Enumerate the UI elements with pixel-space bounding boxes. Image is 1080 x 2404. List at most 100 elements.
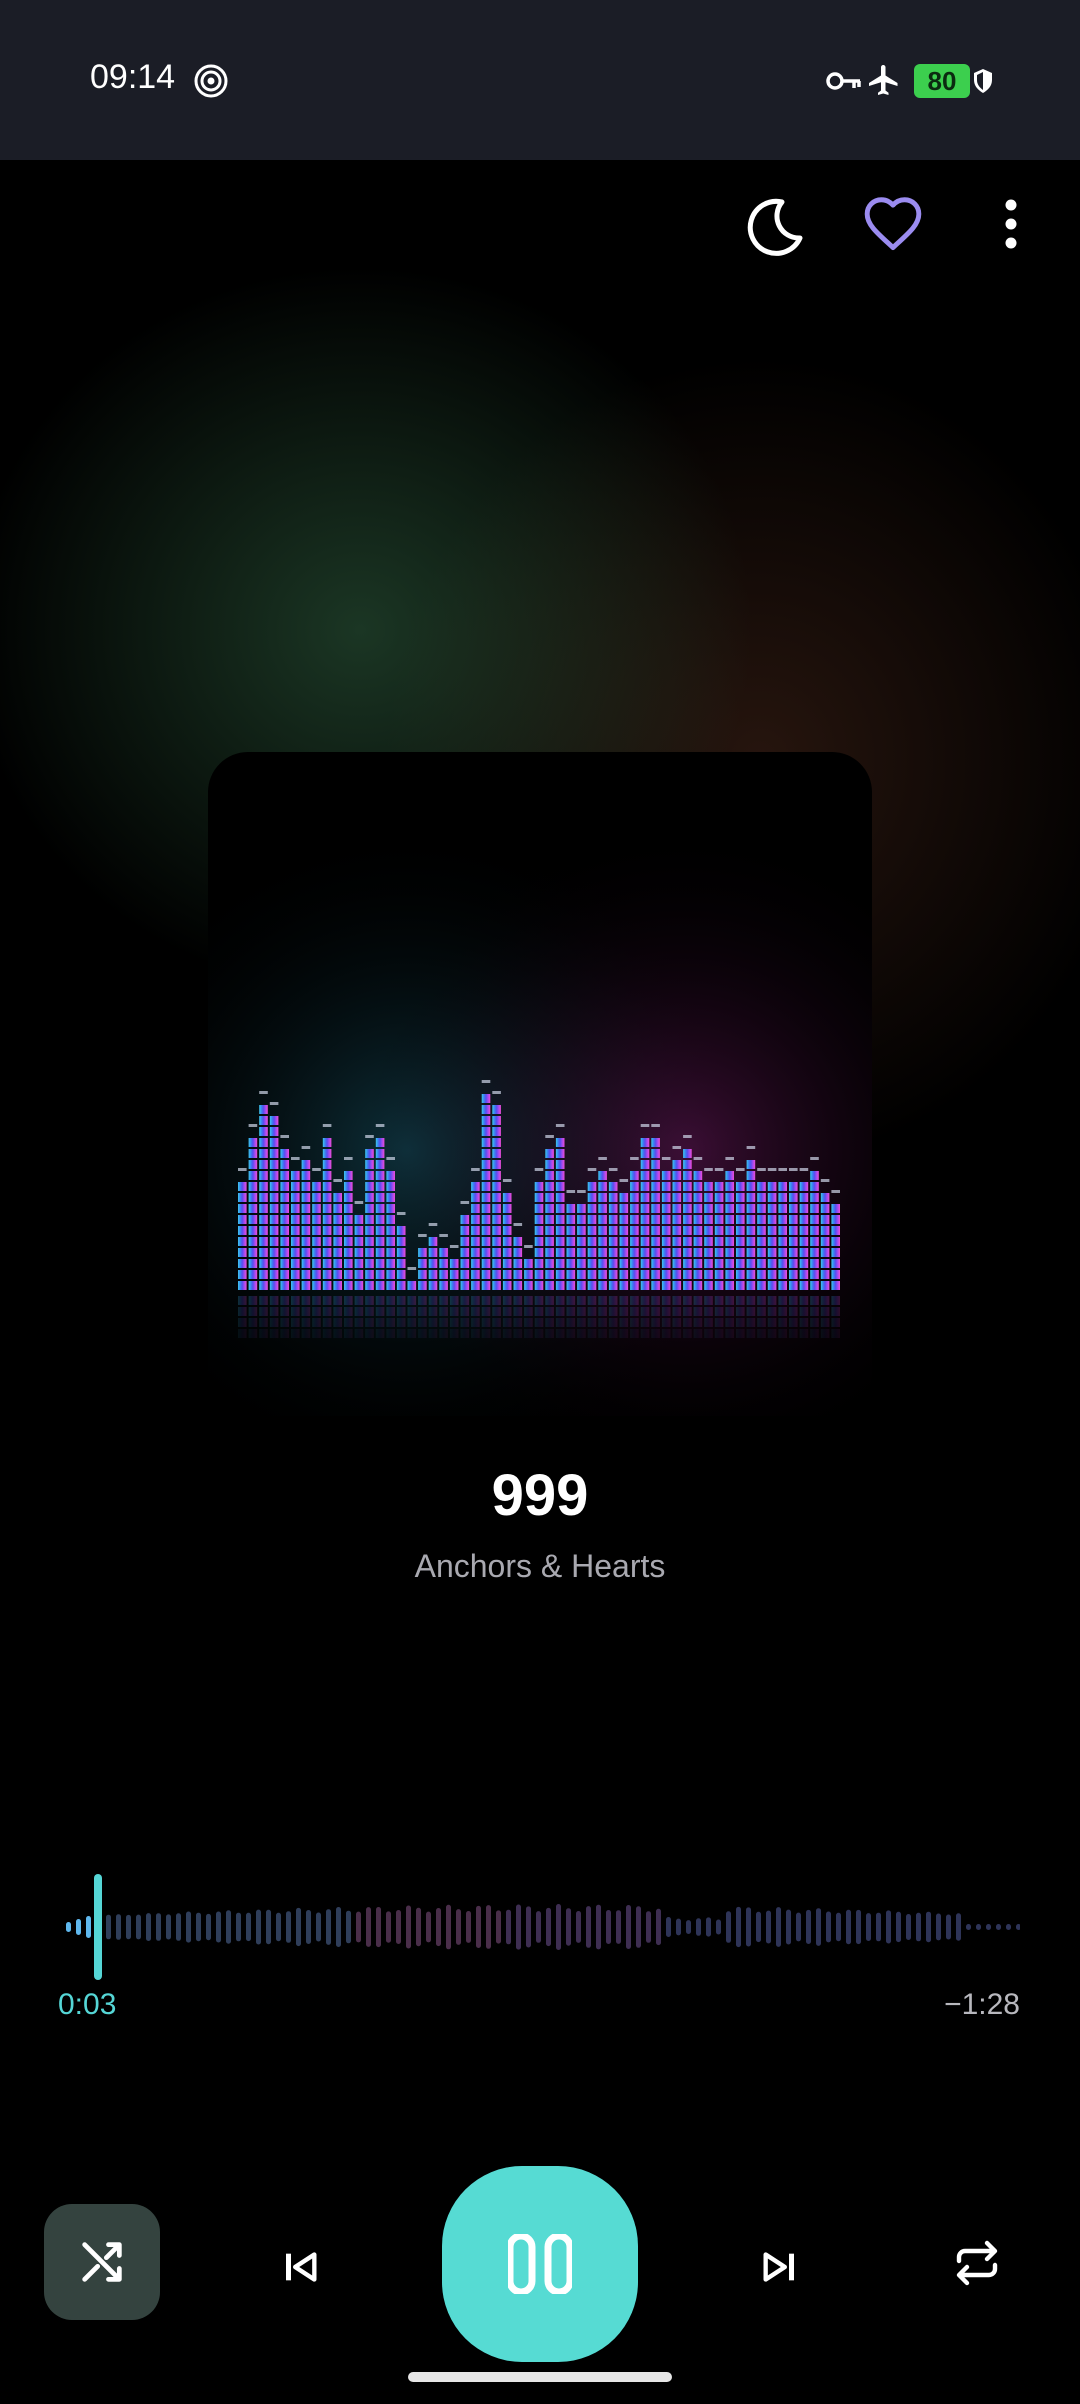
equalizer-cell (375, 1204, 385, 1213)
equalizer-reflection-cell (598, 1296, 607, 1305)
equalizer-cell (513, 1259, 523, 1268)
equalizer-cell (683, 1237, 692, 1246)
equalizer-cell (725, 1237, 734, 1246)
equalizer-reflection-cell (492, 1307, 501, 1316)
seek-handle[interactable] (94, 1874, 102, 1980)
sleep-timer-moon-icon[interactable] (744, 194, 808, 258)
equalizer-reflection-cell (354, 1307, 364, 1316)
waveform-bar (316, 1912, 321, 1942)
equalizer-cell (683, 1171, 692, 1180)
equalizer-cell (534, 1226, 544, 1235)
equalizer-cell (248, 1237, 258, 1246)
equalizer-cell (714, 1270, 724, 1279)
equalizer-cell (630, 1204, 639, 1213)
equalizer-cell (704, 1259, 713, 1268)
equalizer-reflection-cell (428, 1318, 438, 1327)
equalizer-reflection-cell (312, 1318, 321, 1327)
equalizer-cell (683, 1226, 692, 1235)
equalizer-cell (789, 1204, 798, 1213)
equalizer-reflection-cell (672, 1329, 682, 1338)
equalizer-cell (439, 1270, 448, 1279)
waveform-bar (426, 1911, 431, 1943)
equalizer-cell (502, 1204, 512, 1213)
equalizer-cell (344, 1248, 353, 1257)
equalizer-cell (587, 1281, 597, 1290)
shuffle-button[interactable] (44, 2204, 160, 2320)
equalizer-cell (333, 1259, 342, 1268)
pause-button[interactable] (442, 2166, 638, 2362)
equalizer-cell (566, 1226, 576, 1235)
equalizer-cell (291, 1270, 300, 1279)
equalizer-cell (619, 1204, 629, 1213)
equalizer-cell (333, 1193, 342, 1202)
equalizer-cell (259, 1248, 268, 1257)
equalizer-cell (577, 1281, 586, 1290)
equalizer-reflection-cell (630, 1296, 639, 1305)
equalizer-cell (704, 1248, 713, 1257)
artist-name[interactable]: Anchors & Hearts (0, 1548, 1080, 1585)
equalizer-reflection-cell (799, 1318, 809, 1327)
equalizer-cell (683, 1281, 692, 1290)
remaining-time: −1:28 (944, 1988, 1020, 2021)
equalizer-reflection-cell (322, 1296, 332, 1305)
equalizer-peak (725, 1157, 734, 1160)
equalizer-cell (396, 1248, 406, 1257)
more-options-icon[interactable] (996, 198, 1026, 250)
favorite-heart-icon[interactable] (862, 194, 924, 252)
equalizer-cell (820, 1193, 830, 1202)
repeat-button[interactable] (942, 2228, 1012, 2298)
equalizer-cell (683, 1270, 692, 1279)
equalizer-cell (566, 1259, 576, 1268)
equalizer-cell (651, 1237, 660, 1246)
equalizer-reflection-cell (810, 1318, 819, 1327)
equalizer-cell (725, 1281, 734, 1290)
equalizer-cell (672, 1237, 682, 1246)
equalizer-cell (810, 1259, 819, 1268)
equalizer-cell (502, 1193, 512, 1202)
equalizer-reflection-cell (767, 1307, 777, 1316)
home-indicator[interactable] (408, 2372, 672, 2382)
equalizer-cell (555, 1248, 565, 1257)
equalizer-cell (354, 1237, 364, 1246)
equalizer-cell (799, 1237, 809, 1246)
equalizer-reflection-cell (269, 1318, 279, 1327)
equalizer-reflection-cell (375, 1318, 385, 1327)
equalizer-cell (280, 1193, 289, 1202)
equalizer-cell (566, 1281, 576, 1290)
equalizer-cell (365, 1215, 374, 1224)
equalizer-peak (322, 1124, 332, 1127)
waveform-bar (786, 1909, 791, 1945)
previous-button[interactable] (266, 2232, 336, 2302)
equalizer-cell (799, 1270, 809, 1279)
waveform-bar (256, 1909, 261, 1945)
waveform-seek-bar[interactable] (60, 1872, 1020, 1982)
equalizer-cell (566, 1215, 576, 1224)
equalizer-cell (312, 1270, 321, 1279)
equalizer-peak (566, 1190, 576, 1193)
waveform-bar (506, 1909, 511, 1945)
equalizer-reflection-cell (481, 1307, 491, 1316)
next-button[interactable] (744, 2232, 814, 2302)
equalizer-cell (449, 1259, 459, 1268)
equalizer-reflection-cell (810, 1329, 819, 1338)
equalizer-cell (460, 1259, 470, 1268)
waveform-bar (1006, 1924, 1011, 1930)
equalizer-cell (333, 1270, 342, 1279)
equalizer-cell (322, 1204, 332, 1213)
waveform-bar (406, 1905, 411, 1949)
equalizer-cell (365, 1182, 374, 1191)
equalizer-cell (640, 1281, 650, 1290)
equalizer-cell (238, 1248, 247, 1257)
equalizer-reflection-cell (502, 1307, 512, 1316)
equalizer-cell (344, 1270, 353, 1279)
equalizer-cell (672, 1204, 682, 1213)
waveform-bar (556, 1904, 561, 1950)
equalizer-cell (608, 1270, 618, 1279)
equalizer-cell (333, 1204, 342, 1213)
equalizer-cell (333, 1237, 342, 1246)
equalizer-cell (471, 1237, 480, 1246)
equalizer-reflection-cell (471, 1296, 480, 1305)
equalizer-reflection-cell (619, 1307, 629, 1316)
equalizer-cell (269, 1193, 279, 1202)
equalizer-cell (354, 1248, 364, 1257)
